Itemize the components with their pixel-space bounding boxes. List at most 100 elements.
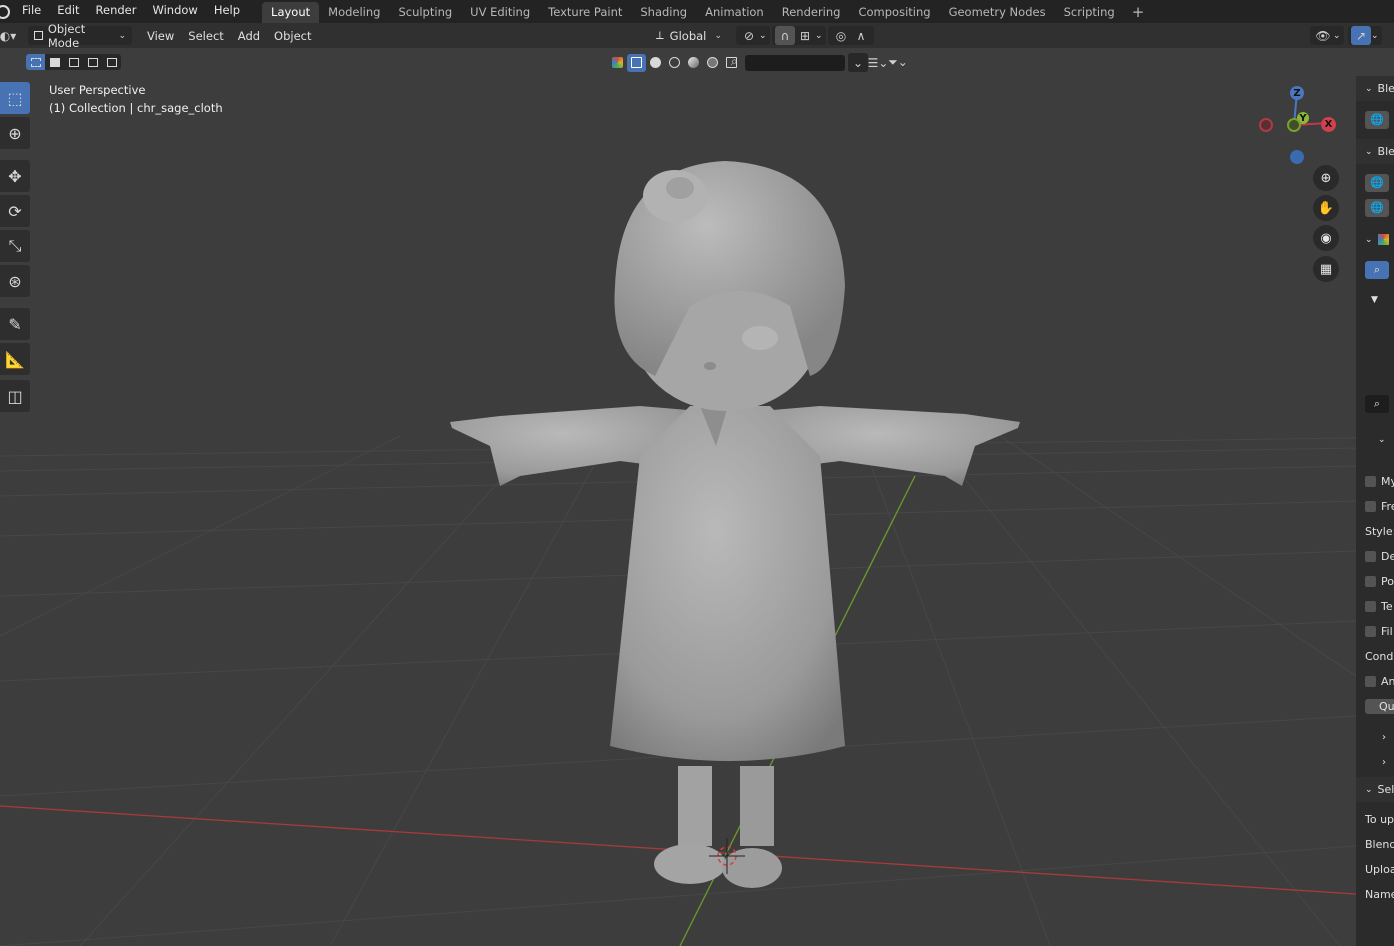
falloff-icon[interactable]: ∧ [851,26,871,45]
checkbox[interactable] [1365,576,1376,587]
object-mode-dropdown[interactable]: Object Mode ⌄ [28,22,132,50]
rendered-shading-icon[interactable] [703,54,722,72]
orientation-icon: ⟂ [656,28,664,42]
viewport-search-input[interactable]: ⌕ [731,54,845,71]
gizmo-neg-x-axis[interactable] [1259,118,1273,132]
transform-orientation-dropdown[interactable]: ⟂ Global ⌄ [650,26,728,45]
tab-texture-paint[interactable]: Texture Paint [539,2,631,23]
menu-render[interactable]: Render [88,0,145,23]
sidebar-subpanel-collapsed[interactable]: › [1356,725,1394,750]
select-new-icon[interactable] [26,54,45,70]
menu-help[interactable]: Help [206,0,248,23]
move-icon[interactable]: ✥ [0,160,30,192]
menu-view[interactable]: View [140,29,181,43]
snapping-group[interactable]: ∩ ⊞ ⌄ [772,26,826,45]
checkbox[interactable] [1365,626,1376,637]
menu-file[interactable]: File [14,0,49,23]
sidebar-panel-header[interactable]: ⌄ Ble [1356,139,1394,164]
sidebar-material-row[interactable]: ⌄ [1356,227,1394,252]
select-subtract-icon[interactable] [64,54,83,70]
solid-shading-icon[interactable] [646,54,665,72]
measure-icon[interactable]: 📐 [0,343,30,375]
option-de[interactable]: De [1356,544,1394,569]
editor-type-icon[interactable]: ◐▾ [0,26,20,45]
gizmo-toggle[interactable]: ↗ ⌄ [1348,26,1382,45]
select-extend-icon[interactable] [45,54,64,70]
tab-scripting[interactable]: Scripting [1055,2,1124,23]
option-fre[interactable]: Fre [1356,494,1394,519]
rotate-icon[interactable]: ⟳ [0,195,30,227]
chevron-down-icon[interactable]: ⌄ [848,53,868,72]
menu-add[interactable]: Add [231,29,267,43]
tab-sculpting[interactable]: Sculpting [389,2,461,23]
tab-compositing[interactable]: Compositing [849,2,939,23]
pan-hand-icon[interactable]: ✋ [1313,195,1339,221]
snap-icon[interactable]: ∩ [775,26,795,45]
select-box-icon[interactable]: ⬚ [0,82,30,114]
3d-viewport[interactable]: User Perspective (1) Collection | chr_sa… [0,76,1356,946]
option-my[interactable]: My [1356,469,1394,494]
select-difference-icon[interactable] [83,54,102,70]
checkbox[interactable] [1365,601,1376,612]
menu-window[interactable]: Window [144,0,205,23]
sidebar-globe-row[interactable]: 🌐 [1356,107,1394,132]
checkbox[interactable] [1365,501,1376,512]
transform-icon[interactable]: ⊛ [0,265,30,297]
chevron-down-icon: ⌄ [1333,30,1341,41]
color-cube-icon[interactable] [608,54,627,72]
snap-target-icon[interactable]: ⊞ [795,26,815,45]
camera-view-icon[interactable]: ◉ [1313,225,1339,251]
gizmo-neg-y-axis[interactable] [1287,118,1301,132]
qu-button[interactable]: Qu [1365,699,1394,714]
checkbox[interactable] [1365,676,1376,687]
material-shading-icon[interactable] [684,54,703,72]
option-te[interactable]: Te [1356,594,1394,619]
pivot-point-dropdown[interactable]: ⊘ ⌄ [736,26,770,45]
tab-modeling[interactable]: Modeling [319,2,389,23]
menu-select[interactable]: Select [181,29,230,43]
checkbox[interactable] [1365,476,1376,487]
annotate-icon[interactable]: ✎ [0,308,30,340]
gizmo-neg-z-axis[interactable] [1290,150,1304,164]
scale-icon[interactable]: ⤡ [0,230,30,262]
cursor-icon[interactable]: ⊕ [0,117,30,149]
proportional-edit-icon[interactable]: ◎ [831,26,851,45]
proportional-edit-group[interactable]: ◎ ∧ [828,26,874,45]
tab-shading[interactable]: Shading [631,2,696,23]
solid-select-icon[interactable] [627,53,646,72]
checkbox[interactable] [1365,551,1376,562]
blender-logo-icon[interactable] [0,4,10,19]
sidebar-search-row[interactable]: ⌕ [1356,391,1394,416]
filter-outliner-icon[interactable]: ☰⌄ [868,53,889,72]
wireframe-shading-icon[interactable] [665,54,684,72]
gizmo-x-axis[interactable]: X [1321,117,1336,132]
filter-icon[interactable]: ⏷⌄ [888,53,908,72]
tab-rendering[interactable]: Rendering [773,2,850,23]
tab-uv-editing[interactable]: UV Editing [461,2,539,23]
sidebar-search-row[interactable]: ⌕ [1356,257,1394,282]
zoom-icon[interactable]: ⊕ [1313,165,1339,191]
tab-layout[interactable]: Layout [262,2,320,23]
sidebar-expand-row[interactable]: ▼ [1356,287,1394,312]
sidebar-globe-row[interactable]: 🌐 [1356,170,1394,195]
tab-animation[interactable]: Animation [696,2,773,23]
option-fil[interactable]: Fil [1356,619,1394,644]
perspective-grid-icon[interactable]: ▦ [1313,256,1339,282]
add-cube-icon[interactable]: ◫ [0,380,30,412]
gizmo-z-axis[interactable]: Z [1290,86,1304,100]
menu-object[interactable]: Object [267,29,318,43]
add-workspace-icon[interactable]: + [1124,2,1153,23]
sidebar-subpanel-collapsed[interactable]: › [1356,750,1394,775]
menu-edit[interactable]: Edit [49,0,87,23]
sidebar-panel-header[interactable]: ⌄ Sel [1356,777,1394,802]
qu-button-row[interactable]: Qu [1356,694,1394,719]
sidebar-panel-header[interactable]: ⌄ Ble [1356,76,1394,101]
tab-geometry-nodes[interactable]: Geometry Nodes [940,2,1055,23]
select-intersect-icon[interactable] [102,54,121,70]
option-an[interactable]: An [1356,669,1394,694]
option-po[interactable]: Po [1356,569,1394,594]
sidebar-expand-row[interactable]: ⌄ [1356,427,1394,452]
navigation-gizmo[interactable]: Z Y X [1250,78,1340,168]
visibility-dropdown[interactable]: 👁 ⌄ [1310,26,1344,45]
sidebar-globe-row[interactable]: 🌐 [1356,195,1394,220]
